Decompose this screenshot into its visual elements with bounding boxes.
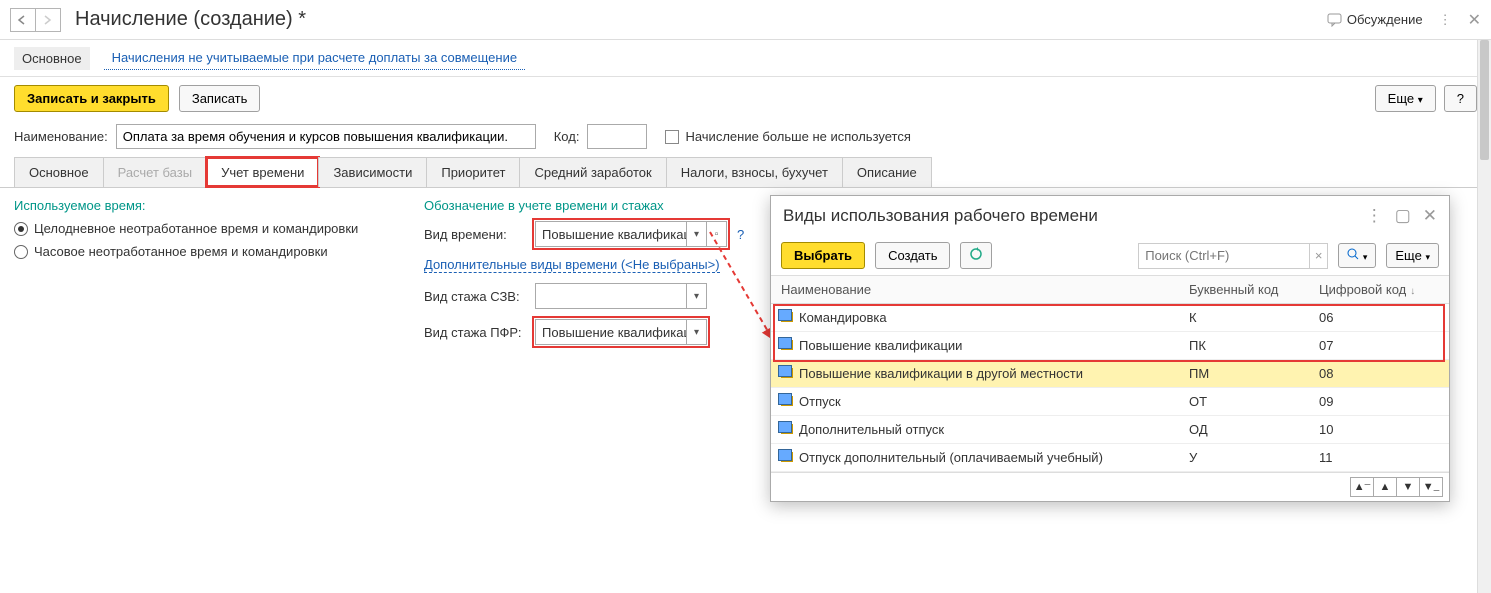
radio-icon	[14, 245, 28, 259]
open-icon[interactable]: ▫	[706, 222, 726, 246]
code-label: Код:	[554, 129, 580, 144]
row-icon	[781, 424, 793, 434]
scroll-thumb[interactable]	[1480, 40, 1489, 160]
szv-label: Вид стажа СЗВ:	[424, 289, 529, 304]
back-button[interactable]	[10, 8, 36, 32]
save-close-button[interactable]: Записать и закрыть	[14, 85, 169, 112]
pfr-label: Вид стажа ПФР:	[424, 325, 529, 340]
kebab-menu-icon[interactable]: ⋮	[1366, 206, 1383, 226]
nav-down-button[interactable]: ▼	[1396, 477, 1420, 497]
tab-dependencies[interactable]: Зависимости	[318, 157, 427, 187]
radio-icon	[14, 222, 28, 236]
tab-taxes[interactable]: Налоги, взносы, бухучет	[666, 157, 843, 187]
nav-up-button[interactable]: ▲	[1373, 477, 1397, 497]
refresh-icon	[969, 247, 983, 261]
name-label: Наименование:	[14, 129, 108, 144]
nav-top-button[interactable]: ▲─	[1350, 477, 1374, 497]
row-icon	[781, 312, 793, 322]
table-row[interactable]: Дополнительный отпуск ОД 10	[771, 416, 1449, 444]
maximize-icon[interactable]: ▢	[1395, 206, 1411, 226]
tab-time-tracking[interactable]: Учет времени	[206, 157, 319, 187]
pfr-select[interactable]: Повышение квалификац ▾	[535, 319, 707, 345]
search-options-button[interactable]: ▾	[1338, 243, 1376, 268]
help-icon[interactable]: ?	[737, 227, 744, 242]
col-digit[interactable]: Цифровой код↓	[1309, 276, 1449, 304]
close-icon[interactable]: ✕	[1423, 206, 1437, 226]
row-icon	[781, 396, 793, 406]
unused-label: Начисление больше не используется	[685, 129, 910, 144]
name-input[interactable]	[116, 124, 536, 149]
used-time-title: Используемое время:	[14, 198, 384, 213]
create-button[interactable]: Создать	[875, 242, 950, 269]
help-button[interactable]: ?	[1444, 85, 1477, 112]
radio-daily[interactable]: Целодневное неотработанное время и коман…	[14, 221, 384, 236]
dropdown-icon[interactable]: ▾	[686, 222, 706, 246]
tab-average-earnings[interactable]: Средний заработок	[519, 157, 666, 187]
time-type-select[interactable]: Повышение квалификац ▾ ▫	[535, 221, 727, 247]
search-icon	[1347, 248, 1359, 260]
dropdown-icon[interactable]: ▾	[686, 320, 706, 344]
row-icon	[781, 452, 793, 462]
popup-more-button[interactable]: Еще ▾	[1386, 243, 1439, 268]
row-icon	[781, 368, 793, 378]
unused-checkbox[interactable]	[665, 130, 679, 144]
table-row[interactable]: Повышение квалификации в другой местност…	[771, 360, 1449, 388]
table-row[interactable]: Отпуск дополнительный (оплачиваемый учеб…	[771, 444, 1449, 472]
tab-priority[interactable]: Приоритет	[426, 157, 520, 187]
kebab-menu-icon[interactable]: ⋮	[1439, 12, 1452, 28]
refresh-button[interactable]	[960, 242, 992, 269]
tab-main[interactable]: Основное	[14, 157, 104, 187]
szv-select[interactable]: ▾	[535, 283, 707, 309]
search-input[interactable]	[1139, 248, 1309, 263]
table-row[interactable]: Повышение квалификации ПК 07	[771, 332, 1449, 360]
tab-description[interactable]: Описание	[842, 157, 932, 187]
popup-title: Виды использования рабочего времени	[783, 206, 1098, 226]
dropdown-icon[interactable]: ▾	[686, 284, 706, 308]
sort-asc-icon: ↓	[1410, 286, 1415, 297]
time-type-label: Вид времени:	[424, 227, 529, 242]
section-main[interactable]: Основное	[14, 47, 90, 70]
tab-base-calc[interactable]: Расчет базы	[103, 157, 208, 187]
chat-icon	[1327, 13, 1343, 27]
time-types-popup: Виды использования рабочего времени ⋮ ▢ …	[770, 195, 1450, 502]
forward-button[interactable]	[35, 8, 61, 32]
search-input-wrap: ×	[1138, 243, 1328, 269]
save-button[interactable]: Записать	[179, 85, 261, 112]
col-name[interactable]: Наименование	[771, 276, 1179, 304]
clear-search-icon[interactable]: ×	[1309, 244, 1327, 268]
time-types-table: Наименование Буквенный код Цифровой код↓…	[771, 275, 1449, 472]
extra-time-types-link[interactable]: Дополнительные виды времени (<Не выбраны…	[424, 257, 720, 273]
close-icon[interactable]: ✕	[1468, 10, 1481, 30]
discussion-button[interactable]: Обсуждение	[1327, 12, 1423, 27]
section-excluded[interactable]: Начисления не учитываемые при расчете до…	[104, 46, 526, 70]
select-button[interactable]: Выбрать	[781, 242, 865, 269]
more-button[interactable]: Еще ▾	[1375, 85, 1436, 112]
table-row[interactable]: Командировка К 06	[771, 304, 1449, 332]
arrow-right-icon	[42, 15, 54, 25]
page-title: Начисление (создание) *	[75, 8, 306, 31]
scrollbar[interactable]	[1477, 40, 1491, 593]
table-row[interactable]: Отпуск ОТ 09	[771, 388, 1449, 416]
arrow-left-icon	[17, 15, 29, 25]
row-icon	[781, 340, 793, 350]
nav-bottom-button[interactable]: ▼─	[1419, 477, 1443, 497]
radio-hourly[interactable]: Часовое неотработанное время и командиро…	[14, 244, 384, 259]
code-input[interactable]	[587, 124, 647, 149]
notation-title: Обозначение в учете времени и стажах	[424, 198, 744, 213]
col-letter[interactable]: Буквенный код	[1179, 276, 1309, 304]
